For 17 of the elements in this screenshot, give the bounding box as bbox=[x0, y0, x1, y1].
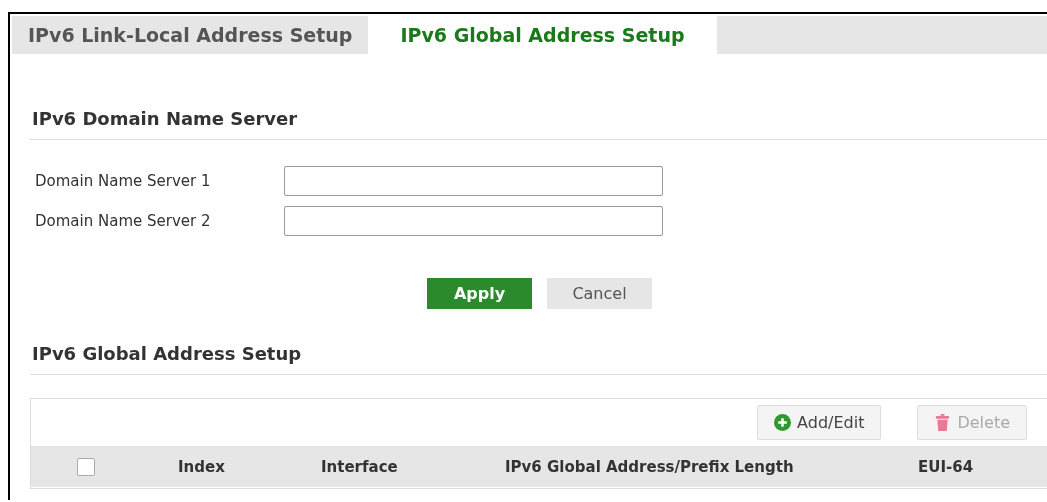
column-header: IPv6 Global Address/Prefix Length bbox=[505, 457, 794, 476]
field-label: Domain Name Server 2 bbox=[35, 212, 212, 230]
column-header: Interface bbox=[321, 457, 398, 476]
column-header: EUI-64 bbox=[918, 457, 974, 476]
cancel-button[interactable]: Cancel bbox=[547, 278, 652, 309]
trash-icon bbox=[934, 414, 952, 431]
apply-button[interactable]: Apply bbox=[427, 278, 532, 309]
add-edit-button[interactable]: Add/Edit bbox=[757, 405, 882, 440]
section-heading: IPv6 Domain Name Server bbox=[31, 108, 299, 129]
input-field[interactable] bbox=[284, 166, 663, 196]
field-label: Domain Name Server 1 bbox=[35, 172, 212, 190]
section-heading: IPv6 Global Address Setup bbox=[31, 343, 303, 364]
checkbox[interactable] bbox=[77, 457, 95, 476]
column-header: Index bbox=[178, 457, 225, 476]
input-field[interactable] bbox=[284, 206, 663, 236]
tab[interactable]: IPv6 Link-Local Address Setup bbox=[12, 16, 369, 54]
plus-circle-icon bbox=[774, 414, 792, 431]
